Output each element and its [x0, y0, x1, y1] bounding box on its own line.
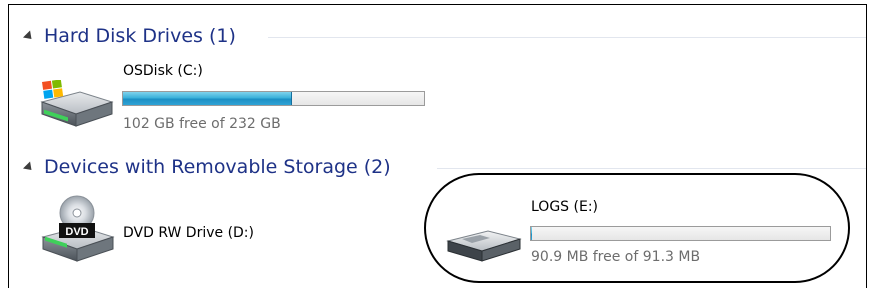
highlight-annotation-ellipse [424, 173, 850, 283]
collapse-arrow-icon[interactable] [22, 29, 36, 43]
group-divider [437, 168, 866, 169]
drive-name: DVD RW Drive (D:) [123, 225, 254, 241]
group-title: Hard Disk Drives (1) [44, 25, 236, 47]
group-title: Devices with Removable Storage (2) [44, 156, 391, 178]
group-header-hard-disk-drives[interactable]: Hard Disk Drives (1) [22, 21, 236, 51]
windows-hard-drive-icon [40, 80, 114, 127]
dvd-drive-icon: DVD [41, 195, 115, 262]
group-header-removable-storage[interactable]: Devices with Removable Storage (2) [22, 152, 391, 182]
collapse-arrow-icon[interactable] [22, 160, 36, 174]
dvd-icon-label: DVD [65, 226, 88, 238]
drive-free-space: 102 GB free of 232 GB [123, 116, 281, 132]
drive-name: OSDisk (C:) [123, 63, 203, 79]
group-divider [268, 37, 866, 38]
drive-usage-bar [122, 91, 425, 106]
drive-usage-fill [123, 92, 292, 105]
